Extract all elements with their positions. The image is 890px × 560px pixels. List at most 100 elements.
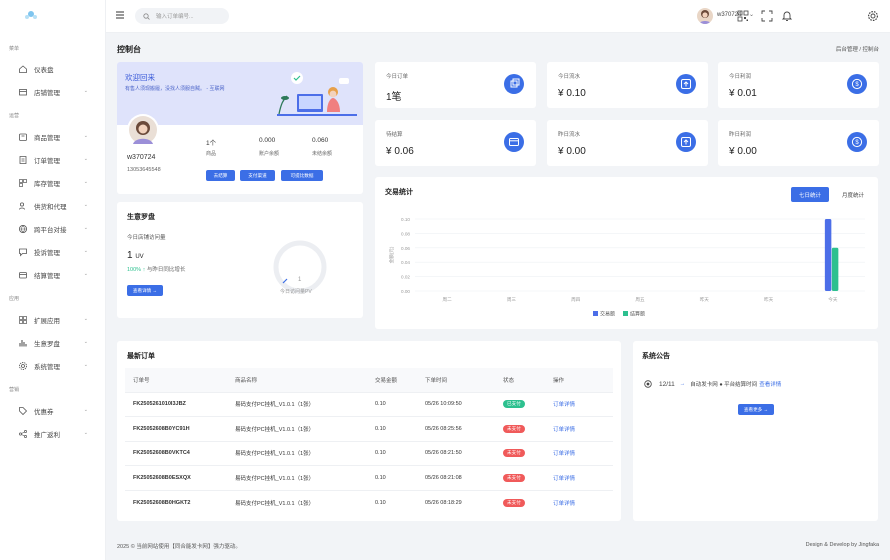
stat-card-value: ¥ 0.10 (558, 88, 586, 99)
sidebar-section-label: 运营 (9, 113, 20, 119)
notice-item[interactable]: 12/11 → 自动发卡网 ● 平台结算时间 查看详情 (644, 380, 781, 388)
orders-title: 最新订单 (127, 353, 155, 360)
sidebar-item[interactable]: 系统管理 ⌄ (0, 357, 106, 375)
compass-detail-button[interactable]: 查看详情 → (127, 285, 163, 296)
sidebar-item[interactable]: 推广返利 ⌄ (0, 425, 106, 443)
product-name: 易码支付PC挂机_V1.0.1（1张） (235, 489, 375, 515)
order-detail-link[interactable]: 订单详情 (553, 427, 575, 433)
complaint-icon (19, 248, 27, 257)
settle-button-label: 去结算 (213, 172, 228, 178)
search-icon (143, 12, 150, 20)
product-name: 易码支付PC挂机_V1.0.1（1张） (235, 391, 375, 417)
stat-card-value: ¥ 0.00 (558, 146, 586, 157)
data-button[interactable]: 可提比数据 (281, 170, 323, 181)
notice-more-button[interactable]: 查看更多 → (738, 404, 774, 415)
status-badge: 未支付 (503, 449, 525, 458)
stat-label: 商品 (206, 151, 217, 157)
order-time: 05/26 08:21:50 (425, 440, 503, 466)
compass-value: 1 UV (127, 250, 144, 261)
trade-chart-card: 交易统计 七日统计 月度统计 0.00 0.02 0.04 0.06 0.08 0.10 金… (375, 177, 878, 329)
username[interactable]: w370724 (717, 12, 741, 18)
order-status-cell: 未支付 (503, 416, 553, 441)
order-amount: 0.10 (375, 489, 425, 515)
table-header: 交易金额 (375, 368, 425, 392)
upload-icon (681, 137, 691, 147)
sidebar-item[interactable]: 供货和代理 ⌄ (0, 197, 106, 215)
sidebar-item[interactable]: 仪表盘 (0, 60, 106, 78)
sidebar-item-label: 投诉管理 (34, 250, 60, 257)
bell-icon[interactable] (781, 10, 793, 22)
table-header: 下单时间 (425, 368, 503, 392)
order-status-cell: 未支付 (503, 465, 553, 490)
stat-value: 1个 (206, 140, 217, 147)
chevron-down-icon: ⌄ (83, 133, 88, 139)
stat-card-value: ¥ 0.06 (386, 146, 414, 157)
sidebar-item[interactable]: 投诉管理 ⌄ (0, 243, 106, 261)
avatar[interactable] (697, 8, 713, 24)
product-name: 易码支付PC挂机_V1.0.1（1张） (235, 465, 375, 490)
chevron-down-icon[interactable]: ⌄ (749, 11, 754, 18)
sidebar-item[interactable]: 生意罗盘 ⌄ (0, 334, 106, 352)
svg-text:$: $ (855, 140, 859, 146)
logo-icon[interactable] (22, 8, 40, 22)
notice-link[interactable]: 查看详情 (759, 380, 781, 388)
uv-value: 1 (127, 250, 133, 261)
order-id: FK25052608B0HGKT2 (125, 489, 235, 515)
payment-channel-button[interactable]: 支付渠道 (240, 170, 275, 181)
breadcrumb[interactable]: 后台管理 / 控制台 (836, 45, 879, 53)
sidebar-section-label: 菜单 (9, 46, 20, 52)
stat-bubble (504, 132, 524, 152)
chevron-down-icon: ⌄ (83, 225, 88, 231)
stack-icon (510, 78, 520, 88)
welcome-card: 欢迎回来 有售人须现搬履，没找人须服自贼。 - 互联网 w370724 1305… (117, 62, 363, 194)
table-header: 状态 (503, 368, 553, 392)
sidebar-item[interactable]: 结算管理 ⌄ (0, 266, 106, 284)
sidebar-item[interactable]: 店铺管理 ⌄ (0, 83, 106, 101)
stat-card: 昨日流水 ¥ 0.00 (547, 120, 708, 166)
chevron-down-icon: ⌄ (83, 248, 88, 254)
fullscreen-icon[interactable] (761, 10, 773, 22)
order-detail-link[interactable]: 订单详情 (553, 451, 575, 457)
y-tick-label: 0.00 (401, 289, 410, 294)
order-detail-link[interactable]: 订单详情 (553, 476, 575, 482)
table-header: 商品名称 (235, 368, 375, 392)
stat-card: 昨日利润 ¥ 0.00 $ (718, 120, 879, 166)
sidebar-section-label: 应用 (9, 296, 20, 302)
sidebar-item[interactable]: 订单管理 ⌄ (0, 151, 106, 169)
sidebar-item-label: 店铺管理 (34, 90, 60, 97)
orders-card: 最新订单 订单号 商品名称 交易金额 下单时间 状态 操作 FK2505261010I3J… (117, 341, 621, 521)
order-status-cell: 未支付 (503, 440, 553, 466)
order-time: 05/26 08:21:08 (425, 465, 503, 490)
stat-label: 未结余额 (312, 151, 333, 157)
stat-bubble: $ (847, 132, 867, 152)
sidebar-item[interactable]: 库存管理 ⌄ (0, 174, 106, 192)
stat-bubble (504, 74, 524, 94)
compass-detail-label: 查看详情 → (132, 287, 158, 293)
users-icon (19, 202, 25, 210)
sidebar-item[interactable]: 商品管理 ⌄ (0, 128, 106, 146)
chevron-down-icon: ⌄ (83, 339, 88, 345)
sidebar-section-label: 营销 (9, 387, 20, 393)
sidebar-item[interactable]: 优惠券 ⌄ (0, 402, 106, 420)
orders-table: 订单号 商品名称 交易金额 下单时间 状态 操作 FK2505261010I3JBZ 易码支… (125, 368, 613, 515)
notice-date: 12/11 (659, 380, 675, 388)
gear-icon[interactable] (867, 10, 879, 22)
legend-swatch (593, 311, 598, 316)
uv-unit: UV (135, 254, 144, 260)
chevron-down-icon: ⌄ (83, 156, 88, 162)
gauge-value: 1 (298, 277, 302, 283)
y-tick-label: 0.02 (401, 275, 410, 280)
sidebar-item[interactable]: 扩展应用 ⌄ (0, 311, 106, 329)
x-tick-label: 周四 (571, 297, 581, 303)
status-badge: 未支付 (503, 424, 525, 433)
order-status-cell: 已支付 (503, 391, 553, 417)
search-input[interactable]: 输入订单编号... (135, 8, 229, 24)
menu-toggle-icon[interactable] (115, 10, 125, 20)
order-detail-link[interactable]: 订单详情 (553, 402, 575, 408)
order-detail-link[interactable]: 订单详情 (553, 501, 575, 507)
order-time: 05/26 10:09:50 (425, 391, 503, 417)
chevron-down-icon: ⌄ (83, 430, 88, 436)
compass-card: 生意罗盘 今日店铺访问量 1 UV 100% ↑ 与昨日同比增长 查看详情 → … (117, 202, 363, 318)
settle-button[interactable]: 去结算 (206, 170, 235, 181)
sidebar-item[interactable]: 跨平台对接 ⌄ (0, 220, 106, 238)
